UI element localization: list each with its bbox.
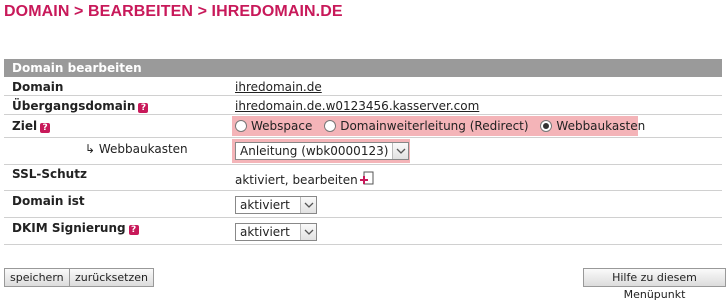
uebergangsdomain-label-text: Übergangsdomain: [12, 99, 136, 113]
help-button[interactable]: Hilfe zu diesem Menüpunkt: [583, 268, 726, 301]
radio-webbaukasten-label[interactable]: Webbaukasten: [556, 119, 645, 133]
ziel-label-text: Ziel: [12, 119, 38, 133]
dkim-select[interactable]: aktiviert: [235, 223, 317, 241]
dkim-label-text: DKIM Signierung: [12, 221, 126, 235]
domain-label: Domain: [12, 80, 64, 94]
ssl-label: SSL-Schutz: [12, 167, 87, 181]
ziel-label: Ziel?: [12, 119, 51, 133]
row-dkim: DKIM Signierung? aktiviert: [4, 218, 722, 245]
uebergangsdomain-label: Übergangsdomain?: [12, 99, 149, 113]
row-ssl: SSL-Schutz aktiviert, bearbeiten: [4, 165, 722, 191]
domain-ist-select[interactable]: aktiviert: [235, 196, 317, 214]
reset-button[interactable]: zurücksetzen: [69, 268, 154, 287]
ssl-status: aktiviert,: [235, 173, 293, 187]
radio-webspace-label[interactable]: Webspace: [251, 119, 312, 133]
row-ziel: Ziel? Webspace Domainweiterleitung (Redi…: [4, 115, 722, 138]
dkim-select-value: aktiviert: [240, 225, 290, 239]
question-badge-icon[interactable]: ?: [138, 103, 149, 113]
ssl-value: aktiviert, bearbeiten: [235, 171, 374, 187]
row-webbaukasten: ↳ Webbaukasten Anleitung (wbk0000123): [4, 138, 722, 165]
ziel-radio-group: Webspace Domainweiterleitung (Redirect) …: [235, 119, 653, 133]
panel-title: Domain bearbeiten: [4, 59, 722, 77]
row-domain: Domain ihredomain.de: [4, 77, 722, 96]
domain-edit-panel: Domain bearbeiten Domain ihredomain.de Ü…: [4, 59, 722, 245]
radio-redirect-label[interactable]: Domainweiterleitung (Redirect): [340, 119, 528, 133]
question-badge-icon[interactable]: ?: [128, 225, 139, 235]
page-plus-icon[interactable]: [359, 171, 374, 187]
webbaukasten-select-value: Anleitung (wbk0000123): [240, 144, 389, 158]
breadcrumb: DOMAIN > BEARBEITEN > IHREDOMAIN.DE: [4, 3, 343, 20]
chevron-down-icon[interactable]: [392, 143, 409, 159]
row-uebergangsdomain: Übergangsdomain? ihredomain.de.w0123456.…: [4, 96, 722, 115]
row-domain-ist: Domain ist aktiviert: [4, 191, 722, 218]
domain-link[interactable]: ihredomain.de: [235, 80, 322, 94]
uebergangsdomain-link[interactable]: ihredomain.de.w0123456.kasserver.com: [235, 99, 479, 113]
domain-ist-select-value: aktiviert: [240, 198, 290, 212]
domain-ist-label: Domain ist: [12, 194, 85, 208]
webbaukasten-label: ↳ Webbaukasten: [85, 142, 188, 156]
chevron-down-icon[interactable]: [300, 224, 316, 240]
radio-webspace[interactable]: [235, 120, 247, 132]
webbaukasten-select[interactable]: Anleitung (wbk0000123): [235, 142, 410, 160]
save-button[interactable]: speichern: [4, 268, 70, 287]
question-badge-icon[interactable]: ?: [40, 123, 51, 133]
ssl-edit-link[interactable]: bearbeiten: [292, 173, 357, 187]
radio-webbaukasten[interactable]: [540, 120, 553, 132]
dkim-label: DKIM Signierung?: [12, 221, 139, 235]
chevron-down-icon[interactable]: [300, 197, 316, 213]
radio-redirect[interactable]: [324, 120, 337, 132]
